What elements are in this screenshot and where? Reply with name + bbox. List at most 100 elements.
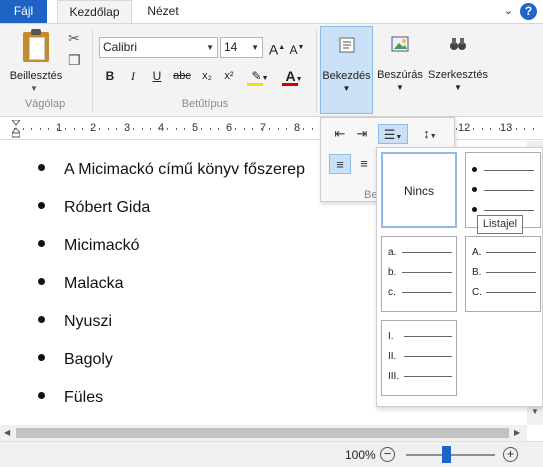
help-icon[interactable]: ? [520,3,537,20]
ruler-tick [142,128,143,130]
increase-indent-icon[interactable]: ⇥ [351,124,373,144]
list-item[interactable]: Micimackó [38,237,140,259]
ruler-tick [303,128,304,130]
subscript-button[interactable]: x₂ [198,66,216,86]
horizontal-scrollbar[interactable]: ◀ ▶ [0,425,527,441]
chevron-down-icon: ▼ [454,83,462,92]
list-marker: C. [472,287,482,298]
zoom-in-icon[interactable]: + [503,447,518,462]
list-preview-line: b. [382,267,454,279]
bullet-icon [472,167,477,172]
divider [316,30,317,112]
ruler-tick [57,128,58,130]
list-item[interactable]: Róbert Gida [38,199,150,221]
list-item[interactable]: Malacka [38,275,124,297]
paste-dropdown-arrow-icon: ▼ [30,84,38,93]
font-family-value: Calibri [103,40,138,54]
cut-icon[interactable]: ✂ [68,30,80,47]
ruler-tick [99,128,100,130]
ruler-tick [295,128,296,130]
ruler-tick [261,128,262,130]
font-size-select[interactable]: 14 ▼ [220,37,263,58]
editing-button[interactable]: Szerkesztés ▼ [427,26,489,114]
list-item[interactable]: Füles [38,389,103,411]
tab-view[interactable]: Nézet [136,0,190,23]
bullet-list-button[interactable]: ☰▼ [378,124,408,144]
list-item-text: Malacka [64,275,124,292]
strikethrough-button[interactable]: abc [170,66,194,86]
list-style-none[interactable]: Nincs [381,152,457,228]
list-item[interactable]: Nyuszi [38,313,112,335]
indent-marker-icon[interactable] [10,119,22,138]
list-preview-line: B. [466,267,538,279]
ruler-tick [40,128,41,130]
ruler-tick [482,128,483,130]
ruler-tick [499,128,500,130]
paste-button[interactable]: Beillesztés ▼ [6,28,66,98]
bold-button[interactable]: B [101,66,119,86]
list-marker: III. [388,371,400,382]
font-group-label: Betűtípus [181,98,229,110]
list-style-lower-alpha[interactable]: a. b. c. [381,236,457,312]
highlight-button[interactable]: ✎▼ [245,66,275,86]
binoculars-icon [450,38,466,50]
align-left-icon[interactable]: ≡ [329,154,351,174]
font-color-button[interactable]: A▼ [280,66,308,86]
ruler-tick [167,128,168,130]
scroll-left-icon[interactable]: ◀ [4,428,10,437]
bullet-icon [38,354,45,362]
list-item-text: Nyuszi [64,313,113,330]
clipboard-icon [23,29,49,62]
bullet-icon [472,207,477,212]
underline-button[interactable]: U [148,66,166,86]
italic-button[interactable]: I [124,66,142,86]
insert-button[interactable]: Beszúrás ▼ [375,26,425,114]
paste-label: Beillesztés [9,70,63,82]
ruler[interactable]: 1 2 3 4 5 6 7 8 12 13 [0,118,543,140]
list-preview-line: a. [382,247,454,259]
list-style-roman[interactable]: I. II. III. [381,320,457,396]
decrease-indent-icon[interactable]: ⇤ [329,124,351,144]
ruler-tick [201,128,202,130]
bullet-list-icon: ☰ [383,127,396,142]
font-family-select[interactable]: Calibri ▼ [99,37,218,58]
zoom-slider-thumb[interactable] [442,446,451,463]
list-item-text: Róbert Gida [64,199,151,216]
list-marker: I. [388,331,394,342]
tab-home[interactable]: Kezdőlap [57,0,132,23]
zoom-out-icon[interactable]: − [380,447,395,462]
list-preview-line: C. [466,287,538,299]
ruler-tick [524,128,525,130]
ruler-tick [218,128,219,130]
bullet-icon [38,316,45,324]
scroll-right-icon[interactable]: ▶ [514,428,520,437]
list-marker: A. [472,247,482,258]
list-preview-line: III. [382,371,454,383]
ruler-tick [176,128,177,130]
bullet-icon [38,202,45,210]
collapse-ribbon-icon[interactable]: ⌄ [500,3,517,20]
superscript-button[interactable]: x² [220,66,238,86]
list-style-upper-alpha[interactable]: A. B. C. [465,236,541,312]
list-style-none-label: Nincs [403,184,434,198]
list-item[interactable]: Bagoly [38,351,113,373]
ruler-tick [235,128,236,130]
ruler-scale: 1 2 3 4 5 6 7 8 12 13 [14,122,534,136]
list-marker: a. [388,247,397,258]
shrink-font-icon[interactable]: A▼ [288,38,306,58]
align-center-icon[interactable]: ≡ [353,154,375,174]
paragraph-icon [339,37,354,53]
font-size-value: 14 [224,40,238,54]
ruler-tick [193,128,194,130]
grow-font-icon[interactable]: A▲ [268,38,286,58]
paragraph-button[interactable]: Bekezdés ▼ [320,26,373,114]
tab-file[interactable]: Fájl [0,0,47,23]
horizontal-scroll-thumb[interactable] [16,428,509,438]
list-item[interactable]: A Micimackó című könyv főszerep [38,161,305,183]
divider [92,30,93,112]
ruler-tick [125,128,126,130]
line-spacing-button[interactable]: ↕▼ [415,124,445,144]
insert-label: Beszúrás [377,69,423,81]
copy-icon[interactable]: ❐ [68,52,81,69]
scroll-down-icon[interactable]: ▼ [531,407,539,416]
